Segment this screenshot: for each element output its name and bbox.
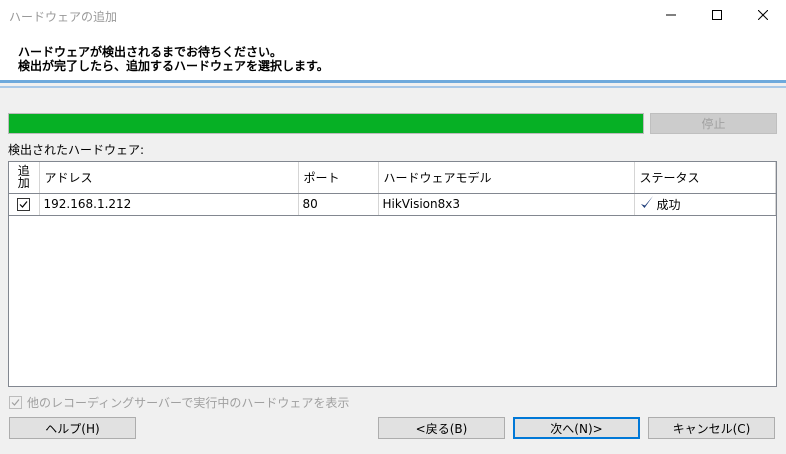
next-button[interactable]: 次へ(N)>: [513, 417, 640, 439]
column-header-model[interactable]: ハードウェアモデル: [378, 162, 635, 194]
minimize-icon: [666, 10, 676, 20]
port-cell: 80: [298, 192, 379, 216]
hardware-table: 追 加 アドレス ポート ハードウェアモデル ステータス 192.168.1.2…: [8, 161, 777, 387]
help-button[interactable]: ヘルプ(H): [9, 417, 136, 439]
progress-fill: [9, 114, 643, 133]
header-divider-secondary: [0, 86, 786, 88]
back-button[interactable]: <戻る(B): [378, 417, 505, 439]
checkmark-icon: [639, 195, 655, 214]
header-divider: [0, 80, 786, 83]
column-header-add[interactable]: 追 加: [9, 162, 40, 194]
detected-hardware-label: 検出されたハードウェア:: [8, 143, 145, 157]
title-bar: ハードウェアの追加: [0, 0, 786, 30]
column-header-add-label: 追 加: [17, 164, 30, 191]
model-cell: HikVision8x3: [378, 192, 635, 216]
show-other-servers-label: 他のレコーディングサーバーで実行中のハードウェアを表示: [27, 396, 350, 410]
address-cell: 192.168.1.212: [39, 192, 299, 216]
status-label: 成功: [656, 197, 681, 212]
close-icon: [758, 10, 768, 20]
close-button[interactable]: [740, 0, 786, 30]
header-instruction-2: 検出が完了したら、追加するハードウェアを選択します。: [18, 59, 329, 73]
cancel-button[interactable]: キャンセル(C): [648, 417, 775, 439]
maximize-button[interactable]: [694, 0, 740, 30]
column-header-status[interactable]: ステータス: [634, 162, 776, 194]
window-title: ハードウェアの追加: [9, 10, 118, 24]
wizard-header: ハードウェアが検出されるまでお待ちください。 検出が完了したら、追加するハードウ…: [0, 30, 786, 80]
show-other-servers-option[interactable]: 他のレコーディングサーバーで実行中のハードウェアを表示: [9, 394, 349, 411]
detection-progress-bar: [8, 113, 644, 134]
show-other-servers-checkbox[interactable]: [9, 396, 22, 409]
column-header-port[interactable]: ポート: [298, 162, 379, 194]
status-cell: 成功: [634, 192, 776, 216]
minimize-button[interactable]: [648, 0, 694, 30]
add-cell: [9, 192, 40, 216]
add-checkbox[interactable]: [17, 198, 31, 211]
stop-button[interactable]: 停止: [650, 113, 777, 134]
column-header-address[interactable]: アドレス: [39, 162, 299, 194]
table-row[interactable]: 192.168.1.212 80 HikVision8x3 成功: [9, 192, 776, 216]
maximize-icon: [712, 10, 722, 20]
